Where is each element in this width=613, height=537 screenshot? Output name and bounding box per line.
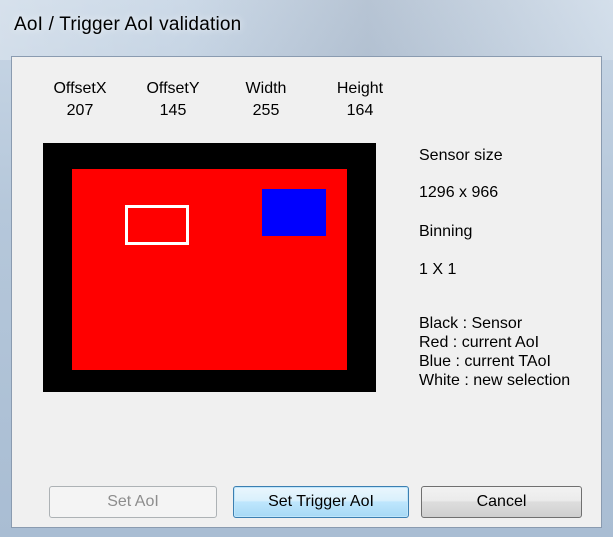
height-field: Height 164 bbox=[328, 78, 392, 122]
width-value: 255 bbox=[252, 102, 280, 119]
color-legend: Black : Sensor Red : current AoI Blue : … bbox=[419, 314, 570, 390]
binning-label: Binning bbox=[419, 223, 473, 240]
cancel-button[interactable]: Cancel bbox=[421, 486, 582, 518]
offset-x-field: OffsetX 207 bbox=[45, 78, 115, 122]
sensor-size-label: Sensor size bbox=[419, 147, 503, 164]
set-trigger-aoi-button[interactable]: Set Trigger AoI bbox=[233, 486, 409, 518]
window-title: AoI / Trigger AoI validation bbox=[14, 14, 242, 35]
sensor-size-value: 1296 x 966 bbox=[419, 184, 499, 201]
dialog-window: AoI / Trigger AoI validation OffsetX 207… bbox=[0, 0, 613, 537]
offset-x-label: OffsetX bbox=[53, 80, 107, 97]
title-bar[interactable]: AoI / Trigger AoI validation bbox=[0, 0, 613, 56]
offset-y-value: 145 bbox=[159, 102, 187, 119]
legend-blue: Blue : current TAoI bbox=[419, 353, 551, 370]
sensor-preview[interactable] bbox=[43, 143, 376, 392]
width-field: Width 255 bbox=[236, 78, 296, 122]
dialog-client-area: OffsetX 207 OffsetY 145 Width 255 Height… bbox=[11, 56, 602, 528]
binning-value: 1 X 1 bbox=[419, 261, 457, 278]
offset-y-field: OffsetY 145 bbox=[138, 78, 208, 122]
width-label: Width bbox=[245, 80, 287, 97]
legend-red: Red : current AoI bbox=[419, 334, 540, 351]
height-value: 164 bbox=[346, 102, 374, 119]
offset-y-label: OffsetY bbox=[146, 80, 200, 97]
legend-black: Black : Sensor bbox=[419, 315, 523, 332]
height-label: Height bbox=[336, 80, 384, 97]
offset-x-value: 207 bbox=[66, 102, 94, 119]
new-selection-rect[interactable] bbox=[125, 205, 189, 245]
legend-white: White : new selection bbox=[419, 372, 571, 389]
current-taoi-rect bbox=[262, 189, 326, 236]
set-aoi-button[interactable]: Set AoI bbox=[49, 486, 217, 518]
